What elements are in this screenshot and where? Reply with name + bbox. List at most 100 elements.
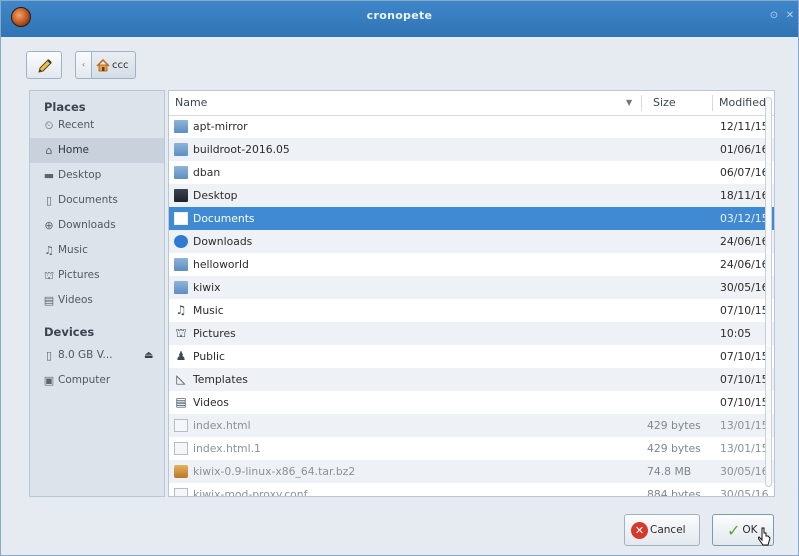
file-size: 429 bytes [647, 442, 701, 455]
desktop-icon: ▬ [43, 169, 55, 182]
camera-icon: ⛫ [175, 326, 187, 340]
file-name: kiwix-0.9-linux-x86_64.tar.bz2 [193, 465, 356, 478]
file-name: index.html.1 [193, 442, 261, 455]
file-name: Documents [193, 212, 255, 225]
type-location-button[interactable] [26, 51, 62, 79]
sidebar-item-recent[interactable]: ⏲ Recent [30, 113, 164, 138]
sort-descending-icon: ▼ [626, 98, 633, 107]
file-row[interactable]: helloworld 24/06/16 [169, 253, 774, 276]
music-icon: ♫ [44, 244, 54, 257]
title-bar[interactable]: cronopete ⊙ ✕ [1, 1, 798, 37]
file-row[interactable]: Documents 03/12/15 [169, 207, 774, 230]
home-icon: ⌂ [45, 144, 53, 157]
music-icon: ♫ [175, 303, 187, 317]
path-crumb-label: ccc [112, 59, 129, 71]
file-modified: 07/10/15 [720, 396, 769, 409]
file-list: Name ▼ Size Modified apt-mirror 12/11/15 b… [168, 90, 775, 497]
file-row[interactable]: ◺ Templates 07/10/15 [169, 368, 774, 391]
column-header-size[interactable]: Size [653, 91, 676, 115]
ok-label: OK [742, 524, 758, 536]
file-row[interactable]: ♟ Public 07/10/15 [169, 345, 774, 368]
vertical-scrollbar[interactable] [765, 97, 772, 487]
sidebar-item-label: Desktop [58, 169, 102, 181]
file-modified: 12/11/15 [720, 120, 769, 133]
download-icon [174, 235, 188, 248]
file-row[interactable]: kiwix-0.9-linux-x86_64.tar.bz2 74.8 MB 30/… [169, 460, 774, 483]
window-menu-icon[interactable]: ⊙ [768, 10, 780, 22]
sidebar-item-desktop[interactable]: ▬ Desktop [30, 163, 164, 188]
file-name: kiwix-mod-proxy.conf [193, 488, 308, 497]
file-modified: 18/11/16 [720, 189, 769, 202]
checkmark-icon: ✓ [727, 520, 741, 540]
file-row[interactable]: apt-mirror 12/11/15 [169, 115, 774, 138]
desktop-folder-icon [174, 189, 188, 202]
sidebar-item-label: Videos [58, 294, 93, 306]
cancel-button[interactable]: ✕ Cancel [624, 514, 700, 546]
file-row[interactable]: kiwix 30/05/16 [169, 276, 774, 299]
file-row[interactable]: kiwix-mod-proxy.conf 884 bytes 30/05/16 [169, 483, 774, 497]
path-back-arrow-icon[interactable]: ‹ [75, 51, 91, 79]
path-crumb-home[interactable]: ccc [91, 51, 136, 79]
file-modified: 24/06/16 [720, 235, 769, 248]
sidebar-item-documents[interactable]: ▯ Documents [30, 188, 164, 213]
window-title: cronopete [366, 9, 433, 22]
close-icon[interactable]: ✕ [784, 10, 796, 22]
sidebar-device-computer[interactable]: ▣ Computer [30, 368, 164, 393]
file-chooser-window: cronopete ⊙ ✕ ‹ ccc Places ⏲ Recent ⌂ Home ▬… [0, 0, 799, 556]
column-header-name[interactable]: Name [175, 91, 207, 115]
sidebar-item-pictures[interactable]: ⛫ Pictures [30, 263, 164, 288]
sidebar-item-downloads[interactable]: ⊕ Downloads [30, 213, 164, 238]
file-row[interactable]: ⛫ Pictures 10:05 [169, 322, 774, 345]
places-header: Places [44, 100, 86, 114]
file-row[interactable]: ♫ Music 07/10/15 [169, 299, 774, 322]
folder-icon [174, 281, 188, 294]
file-row[interactable]: dban 06/07/16 [169, 161, 774, 184]
sidebar-device-8-0-gb-v[interactable]: ▯ 8.0 GB V... ⏏ [30, 343, 164, 368]
folder-icon [174, 258, 188, 271]
templates-icon: ◺ [176, 372, 186, 386]
column-separator [641, 95, 642, 111]
file-modified: 30/05/16 [720, 465, 769, 478]
file-row[interactable]: ▤ Videos 07/10/15 [169, 391, 774, 414]
cancel-label: Cancel [650, 524, 686, 536]
sidebar-item-label: Home [58, 144, 90, 156]
sidebar-item-home[interactable]: ⌂ Home [30, 138, 164, 163]
sidebar-item-music[interactable]: ♫ Music [30, 238, 164, 263]
cancel-icon: ✕ [631, 521, 648, 539]
file-modified: 03/12/15 [720, 212, 769, 225]
file-row[interactable]: buildroot-2016.05 01/06/16 [169, 138, 774, 161]
sidebar-item-label: Documents [58, 194, 118, 206]
sidebar-item-label: Music [58, 244, 88, 256]
sidebar-item-label: Pictures [58, 269, 100, 281]
places-sidebar: Places ⏲ Recent ⌂ Home ▬ Desktop ▯ Documents ⊕ Do… [29, 90, 165, 497]
file-name: Public [193, 350, 225, 363]
film-icon: ▤ [175, 395, 187, 409]
file-rows: apt-mirror 12/11/15 buildroot-2016.05 01/06… [169, 115, 774, 497]
eject-icon[interactable]: ⏏ [144, 343, 153, 368]
film-icon: ▤ [43, 294, 55, 307]
file-modified: 07/10/15 [720, 304, 769, 317]
folder-icon [174, 120, 188, 133]
file-icon [174, 442, 188, 455]
home-icon [96, 58, 110, 71]
file-name: helloworld [193, 258, 249, 271]
document-icon: ▯ [45, 194, 53, 207]
file-size: 429 bytes [647, 419, 701, 432]
usb-drive-icon: ▯ [45, 349, 53, 362]
file-modified: 30/05/16 [720, 488, 769, 497]
file-modified: 06/07/16 [720, 166, 769, 179]
file-modified: 01/06/16 [720, 143, 769, 156]
file-name: kiwix [193, 281, 221, 294]
download-icon: ⊕ [44, 219, 54, 232]
file-row[interactable]: Desktop 18/11/16 [169, 184, 774, 207]
file-size: 74.8 MB [647, 465, 692, 478]
sidebar-item-label: Computer [58, 374, 111, 386]
file-row[interactable]: Downloads 24/06/16 [169, 230, 774, 253]
folder-icon [174, 166, 188, 179]
public-share-icon: ♟ [175, 349, 187, 363]
file-row[interactable]: index.html 429 bytes 13/01/15 [169, 414, 774, 437]
sidebar-item-videos[interactable]: ▤ Videos [30, 288, 164, 313]
file-row[interactable]: index.html.1 429 bytes 13/01/15 [169, 437, 774, 460]
column-header-modified[interactable]: Modified [719, 91, 766, 115]
file-modified: 10:05 [720, 327, 752, 340]
